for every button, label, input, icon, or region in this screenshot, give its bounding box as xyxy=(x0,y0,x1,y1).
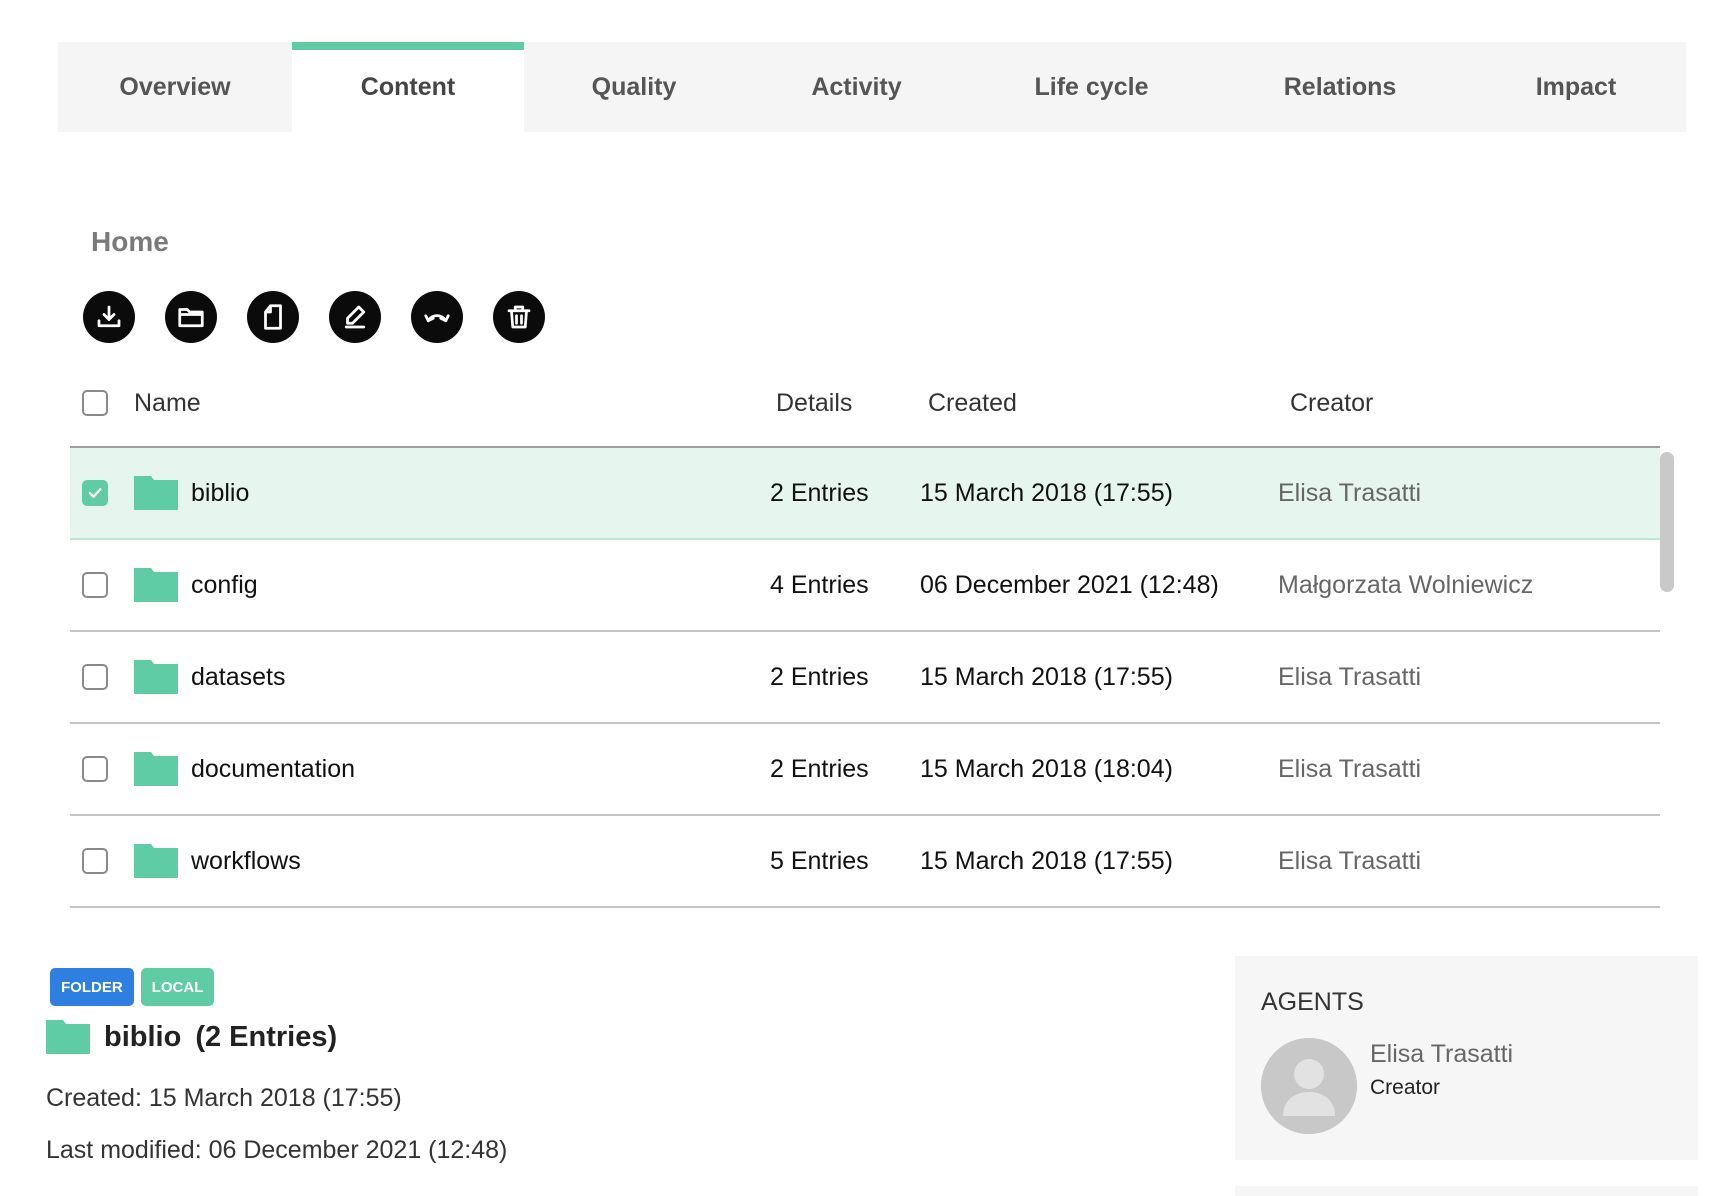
agent-role: Creator xyxy=(1370,1076,1441,1099)
row-checkbox[interactable] xyxy=(82,756,108,782)
tab-life-cycle[interactable]: Life cycle xyxy=(969,42,1214,132)
breadcrumb-home[interactable]: Home xyxy=(91,226,169,258)
row-created: 15 March 2018 (17:55) xyxy=(920,478,1173,507)
table-row[interactable]: biblio 2 Entries 15 March 2018 (17:55) E… xyxy=(70,448,1660,540)
tab-bar: Overview Content Quality Activity Life c… xyxy=(58,42,1686,132)
agent-name[interactable]: Elisa Trasatti xyxy=(1370,1040,1513,1069)
delete-button[interactable] xyxy=(493,291,545,343)
row-name-cell: biblio xyxy=(134,448,249,538)
table-header: Name Details Created Creator xyxy=(70,360,1660,448)
row-checkbox[interactable] xyxy=(82,480,108,506)
row-check-cell xyxy=(82,448,108,538)
new-folder-button[interactable] xyxy=(165,291,217,343)
download-icon xyxy=(97,305,121,328)
row-created: 15 March 2018 (17:55) xyxy=(920,846,1173,875)
row-check-cell xyxy=(82,632,108,722)
folder-icon xyxy=(178,308,204,328)
edit-button[interactable] xyxy=(329,291,381,343)
row-checkbox[interactable] xyxy=(82,572,108,598)
folder-icon xyxy=(46,1020,90,1054)
folder-icon xyxy=(134,476,178,510)
row-name-cell: documentation xyxy=(134,724,355,814)
agents-panel: AGENTS Elisa Trasatti Creator xyxy=(1235,956,1698,1160)
row-details: 4 Entries xyxy=(770,570,869,599)
table-row[interactable]: documentation 2 Entries 15 March 2018 (1… xyxy=(70,724,1660,816)
local-badge: LOCAL xyxy=(140,968,215,1006)
content-table: Name Details Created Creator biblio 2 En… xyxy=(70,360,1660,908)
folder-icon xyxy=(134,752,178,786)
row-created: 15 March 2018 (17:55) xyxy=(920,662,1173,691)
row-name-cell: config xyxy=(134,540,258,630)
header-name[interactable]: Name xyxy=(134,360,201,446)
tab-overview[interactable]: Overview xyxy=(58,42,292,132)
row-name[interactable]: biblio xyxy=(191,479,249,508)
created-date: Created: 15 March 2018 (17:55) xyxy=(46,1084,402,1112)
table-scrollbar[interactable] xyxy=(1660,452,1674,592)
trash-icon xyxy=(507,305,531,329)
row-creator: Elisa Trasatti xyxy=(1278,846,1422,875)
row-details: 2 Entries xyxy=(770,662,869,691)
row-creator: Małgorzata Wolniewicz xyxy=(1278,570,1534,599)
new-file-button[interactable] xyxy=(247,291,299,343)
row-name-cell: workflows xyxy=(134,816,301,906)
select-all-cell xyxy=(82,360,108,446)
row-name[interactable]: documentation xyxy=(191,755,355,784)
folder-badge: FOLDER xyxy=(50,968,134,1006)
badge-group: FOLDER LOCAL xyxy=(50,968,215,1006)
tab-content[interactable]: Content xyxy=(292,42,524,132)
selected-item-title: biblio (2 Entries) xyxy=(46,1020,337,1054)
panel-below xyxy=(1235,1186,1698,1196)
table-row[interactable]: datasets 2 Entries 15 March 2018 (17:55)… xyxy=(70,632,1660,724)
row-check-cell xyxy=(82,816,108,906)
selected-item-name: biblio xyxy=(104,1020,182,1053)
table-row[interactable]: config 4 Entries 06 December 2021 (12:48… xyxy=(70,540,1660,632)
tab-relations[interactable]: Relations xyxy=(1214,42,1466,132)
row-name[interactable]: datasets xyxy=(191,663,286,692)
select-all-checkbox[interactable] xyxy=(82,390,108,416)
row-checkbox[interactable] xyxy=(82,664,108,690)
row-details: 5 Entries xyxy=(770,846,869,875)
undo-icon xyxy=(424,314,450,323)
row-details: 2 Entries xyxy=(770,754,869,783)
tab-quality[interactable]: Quality xyxy=(524,42,744,132)
tab-impact[interactable]: Impact xyxy=(1466,42,1686,132)
row-name-cell: datasets xyxy=(134,632,286,722)
header-creator[interactable]: Creator xyxy=(1290,360,1373,446)
avatar xyxy=(1261,1038,1357,1134)
row-details: 2 Entries xyxy=(770,478,869,507)
file-icon xyxy=(264,304,282,330)
row-name[interactable]: config xyxy=(191,571,258,600)
row-created: 06 December 2021 (12:48) xyxy=(920,570,1219,599)
row-name[interactable]: workflows xyxy=(191,847,301,876)
user-icon xyxy=(1261,1038,1357,1134)
folder-icon xyxy=(134,660,178,694)
header-created[interactable]: Created xyxy=(928,360,1017,446)
folder-icon xyxy=(134,844,178,878)
row-check-cell xyxy=(82,540,108,630)
row-checkbox[interactable] xyxy=(82,848,108,874)
selected-item-entries: (2 Entries) xyxy=(195,1020,338,1053)
row-check-cell xyxy=(82,724,108,814)
download-button[interactable] xyxy=(83,291,135,343)
folder-icon xyxy=(134,568,178,602)
row-creator: Elisa Trasatti xyxy=(1278,662,1422,691)
undo-button[interactable] xyxy=(411,291,463,343)
agents-title: AGENTS xyxy=(1261,988,1364,1016)
row-creator: Elisa Trasatti xyxy=(1278,478,1422,507)
toolbar xyxy=(83,291,545,343)
modified-date: Last modified: 06 December 2021 (12:48) xyxy=(46,1136,508,1164)
row-created: 15 March 2018 (18:04) xyxy=(920,754,1173,783)
header-details[interactable]: Details xyxy=(776,360,852,446)
edit-icon xyxy=(344,305,366,329)
row-creator: Elisa Trasatti xyxy=(1278,754,1422,783)
table-row[interactable]: workflows 5 Entries 15 March 2018 (17:55… xyxy=(70,816,1660,908)
tab-activity[interactable]: Activity xyxy=(744,42,969,132)
checkmark-icon xyxy=(88,488,102,498)
